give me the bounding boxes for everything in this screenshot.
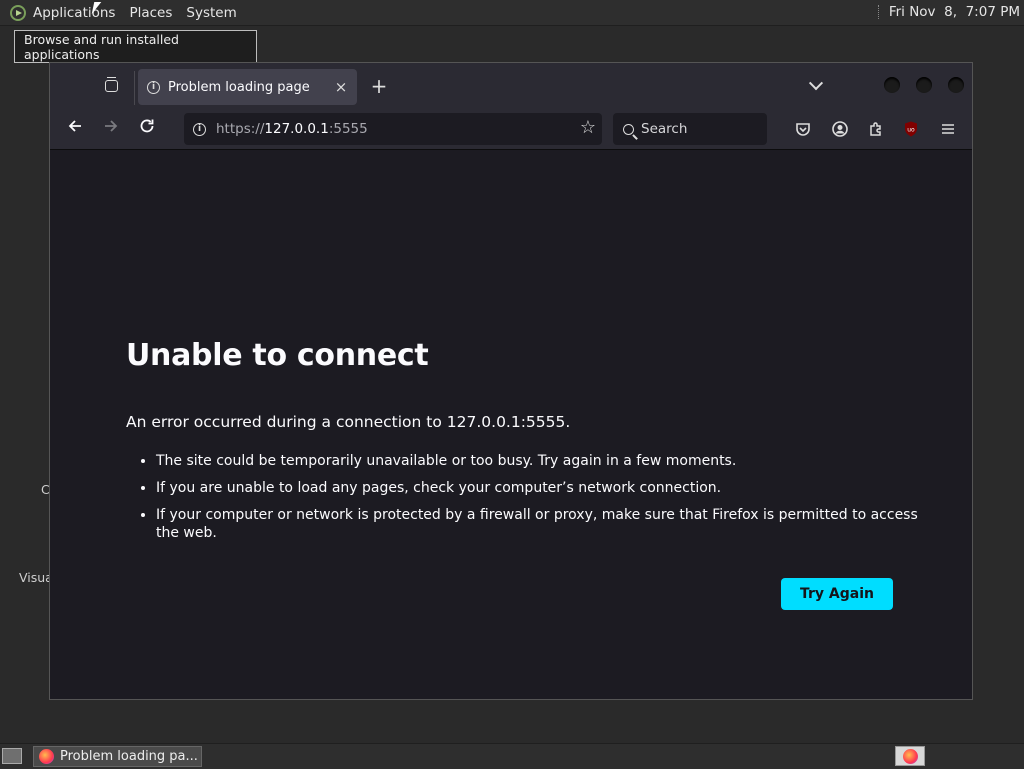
app-menu-button[interactable] [938,119,958,139]
puzzle-icon [870,122,881,136]
list-item: If you are unable to load any pages, che… [156,479,936,497]
applications-menu[interactable]: Applications [33,5,115,21]
arrow-left-icon [68,120,81,132]
minimize-button[interactable] [884,77,900,93]
address-bar[interactable]: i https://127.0.0.1:5555 ☆ [184,113,602,145]
error-intro: An error occurred during a connection to… [126,413,571,431]
desktop-icon-label[interactable]: Visua [19,570,53,585]
bottom-taskbar: Problem loading pa... [0,743,1024,769]
close-tab-icon[interactable]: × [331,78,351,96]
list-item: If your computer or network is protected… [156,506,936,542]
arrow-right-icon [105,120,118,132]
close-window-button[interactable] [948,77,964,93]
firefox-icon [39,749,54,764]
pocket-button[interactable] [793,119,813,139]
error-suggestions: The site could be temporarily unavailabl… [126,452,936,551]
firefox-icon [902,748,918,764]
top-panel: Applications Places System Fri Nov 8, 7:… [0,0,1024,26]
svg-text:uo: uo [907,127,915,134]
site-info-icon[interactable]: i [193,122,206,136]
back-button[interactable] [63,117,87,141]
bookmark-star-icon[interactable]: ☆ [580,117,596,138]
firefox-view-button[interactable] [100,75,122,97]
chevron-down-icon [808,76,824,91]
ublock-shield-icon: uo [905,121,917,137]
tab-separator [134,71,135,105]
url-host: 127.0.0.1 [264,121,329,137]
hamburger-menu-icon [942,124,954,134]
maximize-button[interactable] [916,77,932,93]
firefox-window: i Problem loading page × + i https://127… [49,62,973,700]
tab-bar: i Problem loading page × + [50,63,972,109]
show-desktop-icon[interactable] [2,748,22,764]
list-item: The site could be temporarily unavailabl… [156,452,936,470]
navigation-toolbar: i https://127.0.0.1:5555 ☆ Search uo [50,109,972,150]
applications-tooltip: Browse and run installed applications [14,30,257,63]
taskbar-window-button[interactable]: Problem loading pa... [33,746,202,767]
search-icon [623,123,634,135]
taskbar-window-title: Problem loading pa... [60,749,198,764]
try-again-button[interactable]: Try Again [781,578,893,610]
clock-text: Fri Nov 8, 7:07 PM [888,4,1020,20]
account-icon [832,121,848,137]
workspace-switcher[interactable] [895,746,925,766]
info-icon: i [147,80,160,94]
tab-problem-loading[interactable]: i Problem loading page × [138,69,357,105]
tab-title: Problem loading page [168,79,310,95]
firefox-view-icon [104,77,118,92]
page-content: Unable to connect An error occurred duri… [50,150,972,699]
places-menu[interactable]: Places [129,5,172,21]
forward-button[interactable] [99,117,123,141]
account-button[interactable] [830,119,850,139]
list-all-tabs-button[interactable] [805,75,827,97]
error-title: Unable to connect [126,338,429,373]
reload-icon [140,119,154,133]
ublock-button[interactable]: uo [901,119,921,139]
search-bar[interactable]: Search [613,113,767,145]
system-menu[interactable]: System [186,5,236,21]
new-tab-button[interactable]: + [368,75,390,97]
distro-logo-icon[interactable] [10,4,26,21]
pocket-icon [796,123,810,136]
reload-button[interactable] [135,117,159,141]
url-scheme: https:// [216,121,265,137]
extensions-button[interactable] [866,119,886,139]
panel-separator [877,5,881,19]
url-port: :5555 [328,121,368,137]
search-placeholder: Search [641,121,688,137]
clock[interactable]: Fri Nov 8, 7:07 PM [877,4,1020,20]
